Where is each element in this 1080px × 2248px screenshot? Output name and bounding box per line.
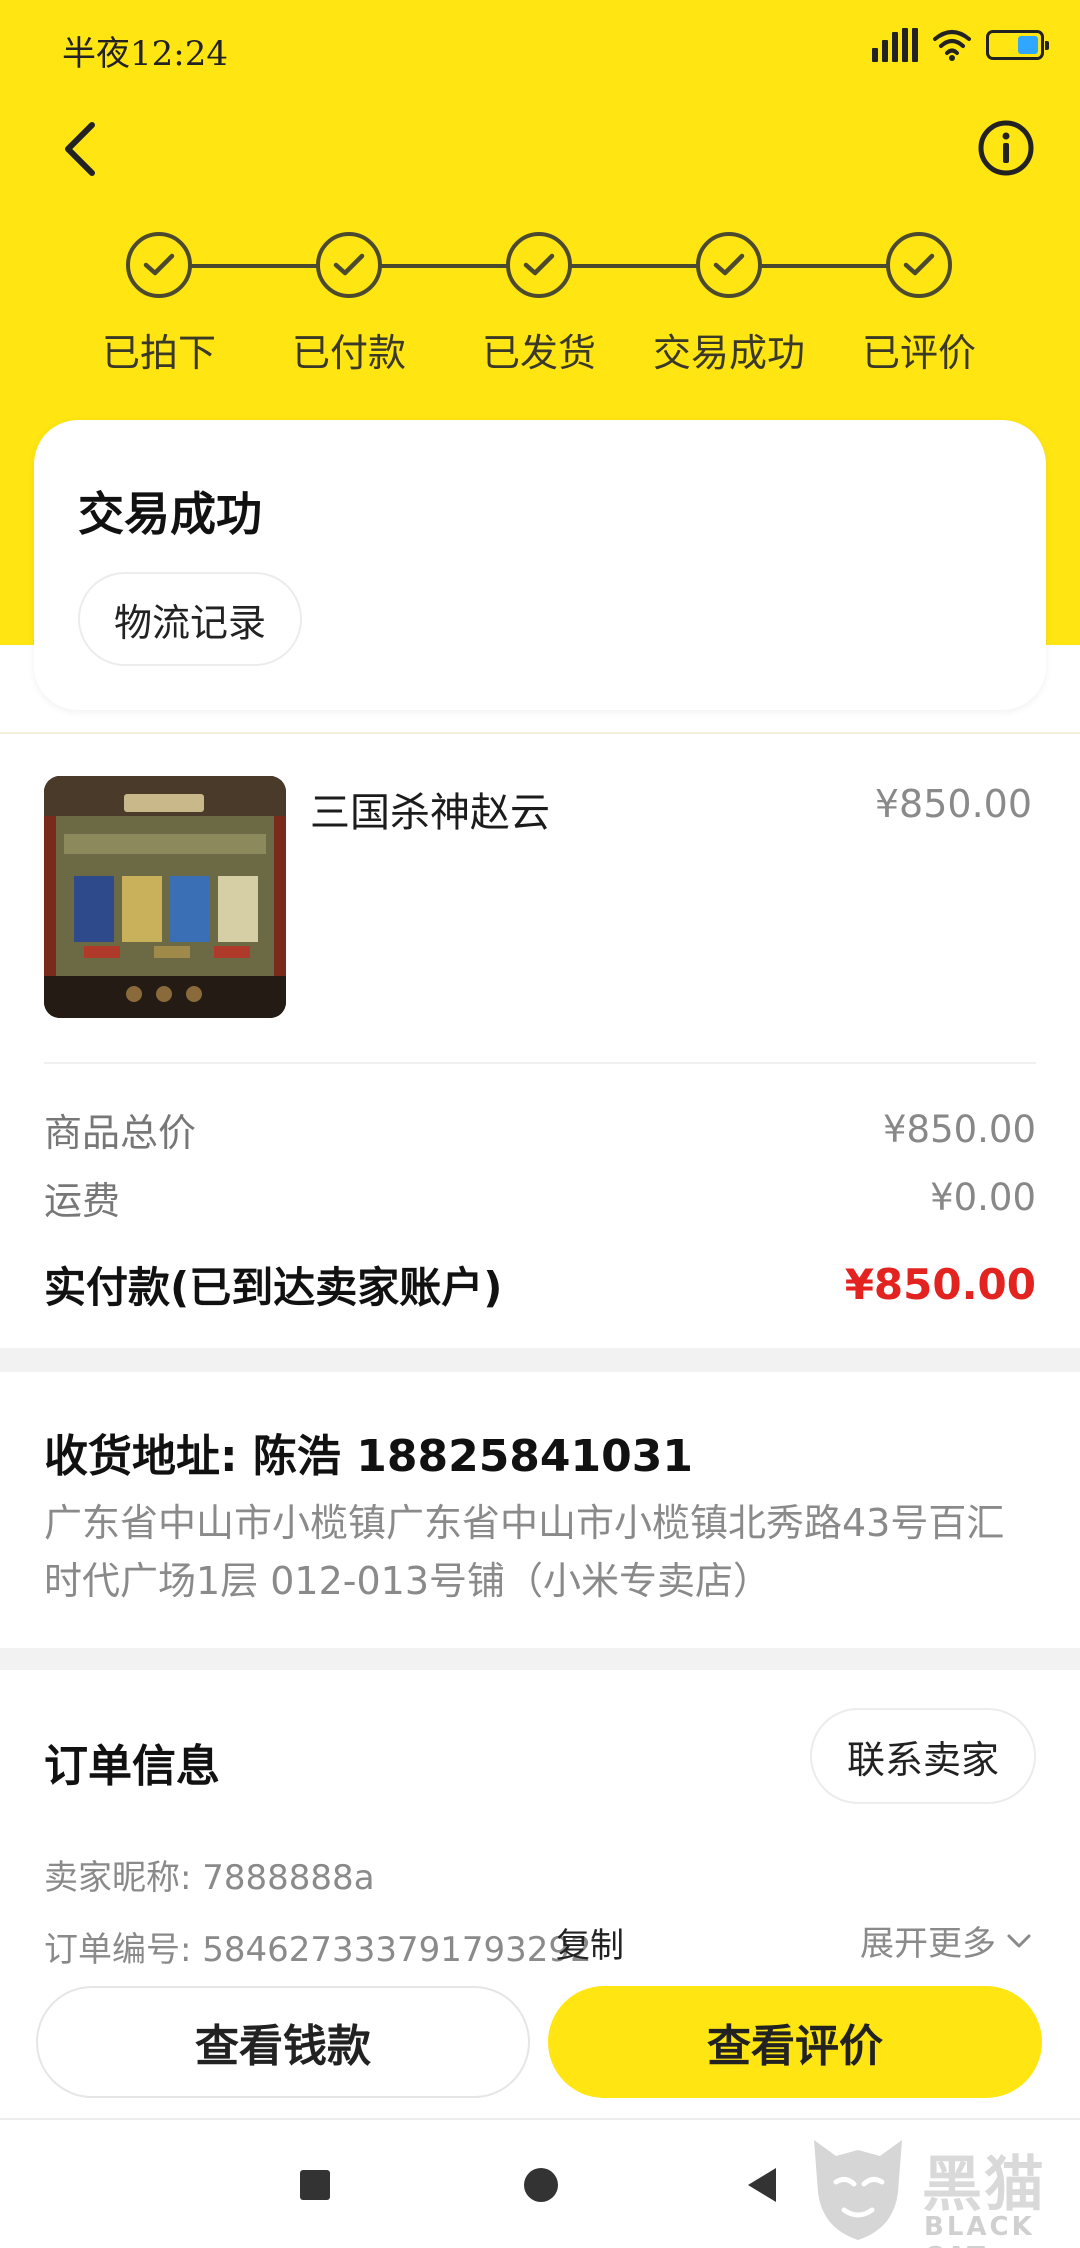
- cat-logo-icon: [814, 2140, 902, 2240]
- status-icons: [872, 28, 1049, 62]
- step-item: 已拍下: [59, 232, 259, 377]
- step-label: 已发货: [481, 331, 596, 375]
- view-money-button[interactable]: 查看钱款: [36, 1986, 530, 2098]
- view-review-button[interactable]: 查看评价: [548, 1986, 1042, 2098]
- step-item: 已评价: [819, 232, 1019, 377]
- shipping-value: ¥0.00: [930, 1176, 1036, 1219]
- seller-nick-label: 卖家昵称:: [44, 1858, 203, 1898]
- status-card: 交易成功 物流记录: [34, 420, 1046, 710]
- paid-label: 实付款(已到达卖家账户): [44, 1263, 503, 1312]
- order-info-title: 订单信息: [44, 1741, 220, 1792]
- paid-row: 实付款(已到达卖家账户) ¥850.00: [44, 1254, 1036, 1315]
- expand-more-button[interactable]: 展开更多: [860, 1916, 1032, 1965]
- recents-icon[interactable]: [300, 2170, 330, 2200]
- step-label: 已付款: [291, 331, 406, 375]
- watermark-text: 黑猫: [922, 2150, 1046, 2220]
- divider: [0, 732, 1080, 734]
- back-arrow-icon: [65, 122, 95, 176]
- order-number-label: 订单编号:: [44, 1930, 203, 1970]
- product-image-art: [44, 776, 286, 1018]
- order-status-title: 交易成功: [78, 487, 262, 541]
- wifi-icon: [933, 30, 971, 61]
- battery-icon: [986, 30, 1049, 60]
- seller-nick-value: 7888888a: [202, 1858, 375, 1898]
- paid-value: ¥850.00: [844, 1260, 1036, 1309]
- step-label: 已拍下: [101, 331, 216, 375]
- info-button[interactable]: [976, 118, 1036, 178]
- watermark-subtext: BLACK CAT: [924, 2212, 1035, 2248]
- total-price-row: 商品总价 ¥850.00: [44, 1102, 1036, 1157]
- step-label: 交易成功: [652, 331, 805, 375]
- order-number-value: 584627333791793292: [202, 1930, 592, 1970]
- total-price-label: 商品总价: [44, 1111, 197, 1155]
- copy-button[interactable]: 复制: [556, 1918, 624, 1967]
- back-triangle-icon[interactable]: [748, 2168, 776, 2202]
- check-icon: [316, 232, 382, 298]
- status-bar: 半夜12:24: [0, 0, 1080, 92]
- address-body: 广东省中山市小榄镇广东省中山市小榄镇北秀路43号百汇时代广场1层 012-013…: [44, 1501, 1005, 1603]
- step-item: 交易成功: [629, 232, 829, 377]
- contact-seller-button[interactable]: 联系卖家: [810, 1708, 1036, 1804]
- address-title: 收货地址: 陈浩 18825841031: [44, 1431, 693, 1482]
- step-label: 已评价: [861, 331, 976, 375]
- shipping-row: 运费 ¥0.00: [44, 1170, 1036, 1225]
- info-icon: [978, 120, 1034, 176]
- product-price: ¥850.00: [874, 782, 1032, 826]
- check-icon: [506, 232, 572, 298]
- chevron-down-icon: [1007, 1934, 1031, 1947]
- step-item: 已发货: [439, 232, 639, 377]
- step-item: 已付款: [249, 232, 449, 377]
- status-time: 半夜12:24: [62, 34, 228, 74]
- shipping-label: 运费: [44, 1179, 121, 1223]
- check-icon: [886, 232, 952, 298]
- seller-nick-row: 卖家昵称: 7888888a: [44, 1850, 375, 1899]
- logistics-record-button[interactable]: 物流记录: [78, 572, 302, 666]
- order-number-row: 订单编号: 584627333791793292: [44, 1922, 592, 1971]
- check-icon: [126, 232, 192, 298]
- product-image[interactable]: [44, 776, 286, 1018]
- section-separator: [0, 1648, 1080, 1670]
- total-price-value: ¥850.00: [882, 1108, 1036, 1151]
- product-name[interactable]: 三国杀神赵云: [310, 780, 550, 838]
- bottom-action-bar: 查看钱款 查看评价: [0, 1972, 1080, 2118]
- home-icon[interactable]: [524, 2168, 558, 2202]
- back-button[interactable]: [50, 112, 110, 186]
- signal-icon: [872, 28, 918, 62]
- watermark: 黑猫 BLACK CAT: [806, 2132, 1080, 2248]
- section-separator: [0, 1348, 1080, 1372]
- check-icon: [696, 232, 762, 298]
- divider: [44, 1062, 1036, 1064]
- expand-more-label: 展开更多: [860, 1924, 996, 1964]
